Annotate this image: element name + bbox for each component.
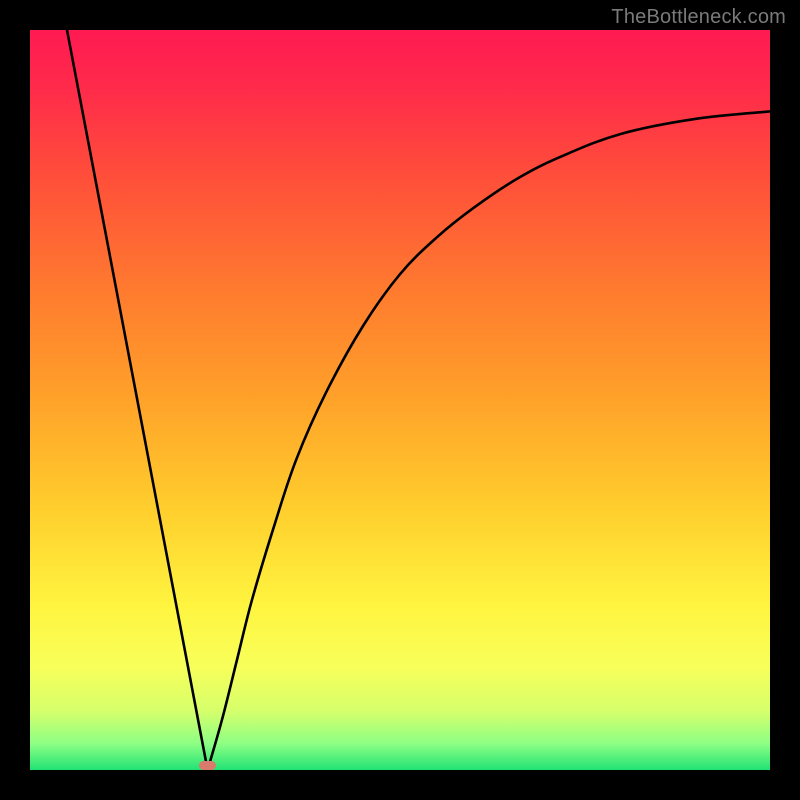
watermark-text: TheBottleneck.com bbox=[611, 6, 786, 29]
outer-frame: TheBottleneck.com bbox=[0, 0, 800, 800]
plot-area bbox=[30, 30, 770, 770]
bottleneck-curve bbox=[30, 30, 770, 770]
optimum-marker bbox=[199, 761, 216, 770]
